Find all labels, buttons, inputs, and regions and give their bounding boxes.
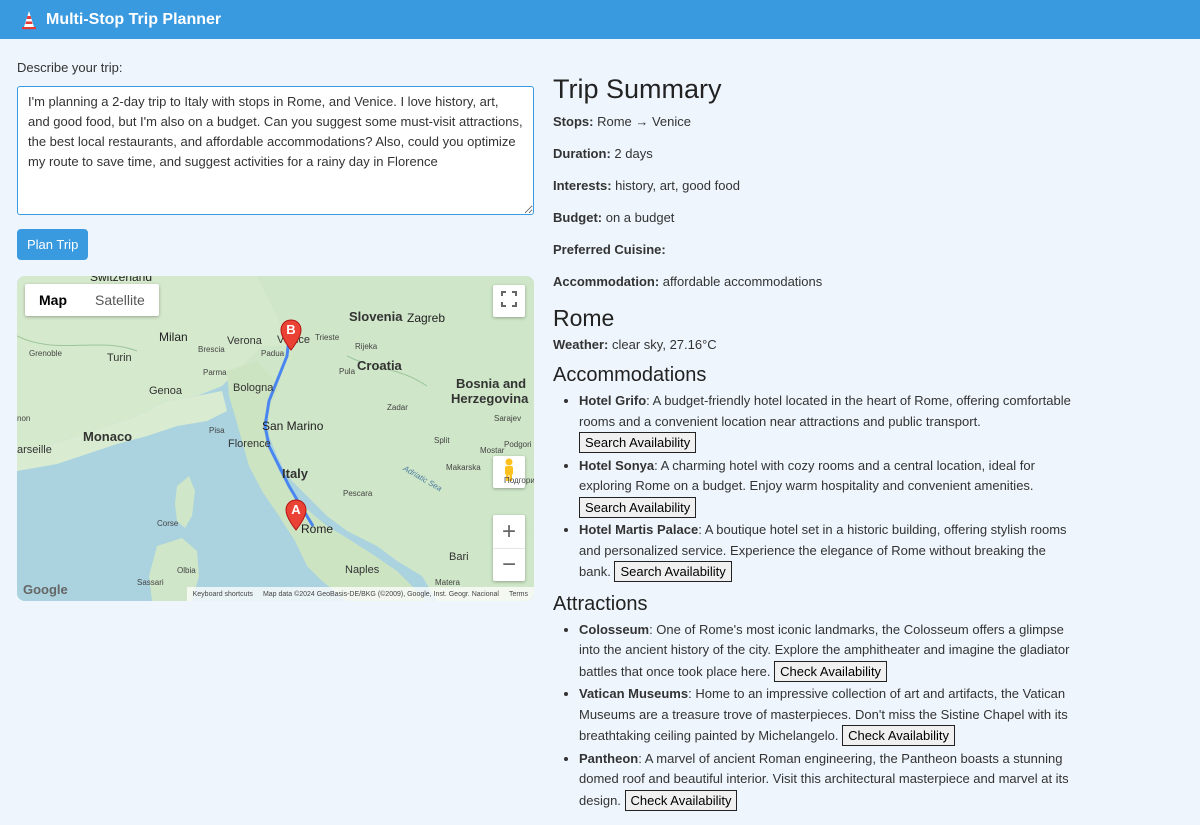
summary-cuisine: Preferred Cuisine: <box>553 242 666 257</box>
map-type-map-button[interactable]: Map <box>25 284 81 316</box>
list-item: Pantheon: A marvel of ancient Roman engi… <box>579 749 1073 812</box>
map-label-pula: Pula <box>339 367 356 376</box>
map-label-bosnia: Bosnia and <box>456 376 527 391</box>
map-label-parma: Parma <box>203 368 227 377</box>
map-type-control: Map Satellite <box>25 284 159 316</box>
traffic-cone-icon <box>20 9 38 31</box>
hotel-name: Hotel Martis Palace <box>579 522 699 537</box>
map-label-san-marino: San Marino <box>262 419 324 433</box>
check-availability-button[interactable]: Check Availability <box>624 789 738 811</box>
attractions-title: Attractions <box>553 592 648 615</box>
hotel-name: Hotel Grifo <box>579 393 647 408</box>
map-label-slovenia: Slovenia <box>349 309 403 324</box>
map-label-sarajevo: Sarajev <box>494 414 522 423</box>
marker-b-label: B <box>286 322 296 337</box>
map-label-makarska: Makarska <box>446 463 481 472</box>
minus-icon: − <box>501 550 516 578</box>
map-type-satellite-button[interactable]: Satellite <box>81 284 159 316</box>
map-label-pisa: Pisa <box>209 426 225 435</box>
marker-a-label: A <box>291 502 301 517</box>
map-label-grenoble: Grenoble <box>29 349 62 358</box>
map-data-attribution: Map data ©2024 GeoBasis-DE/BKG (©2009), … <box>262 590 499 598</box>
trip-summary-panel: Trip Summary Stops: Rome → Venice Durati… <box>553 74 1073 813</box>
trip-description-input[interactable]: I'm planning a 2-day trip to Italy with … <box>17 86 534 215</box>
map-label-genoa: Genoa <box>149 385 183 397</box>
map-label-bologna: Bologna <box>233 382 274 394</box>
map-label-podgori: Podgori <box>504 440 532 449</box>
search-availability-button[interactable]: Search Availability <box>579 432 697 453</box>
zoom-control: + − <box>493 515 525 581</box>
map-label-rijeka: Rijeka <box>355 342 378 351</box>
map-label-italy: Italy <box>282 466 309 481</box>
map-label-corse: Corse <box>157 519 179 528</box>
trip-summary-title: Trip Summary <box>553 74 722 104</box>
app-title: Multi-Stop Trip Planner <box>46 10 222 28</box>
google-logo: Google <box>23 582 68 597</box>
map-attribution: Keyboard shortcuts Map data ©2024 GeoBas… <box>186 587 534 601</box>
marker-b[interactable]: B <box>280 319 302 351</box>
map-label-podgori-cyr: Подгори <box>504 476 534 485</box>
map-label-naples: Naples <box>345 564 380 576</box>
app-header: Multi-Stop Trip Planner <box>0 0 1200 39</box>
search-availability-button[interactable]: Search Availability <box>579 496 697 518</box>
attraction-name: Pantheon <box>579 750 639 766</box>
zoom-out-button[interactable]: − <box>493 549 525 581</box>
list-item: Vatican Museums: Home to an impressive c… <box>579 684 1073 747</box>
zoom-in-button[interactable]: + <box>493 516 525 549</box>
map-label-florence: Florence <box>228 438 271 450</box>
city-weather: Weather: clear sky, 27.16°C <box>553 337 717 352</box>
map-label-marseille: arseille <box>17 444 52 456</box>
trip-form: Describe your trip: I'm planning a 2-day… <box>17 60 535 260</box>
map-label-toulon: non <box>17 414 31 423</box>
check-availability-button[interactable]: Check Availability <box>774 660 888 682</box>
map-label-matera: Matera <box>435 578 460 587</box>
summary-budget: Budget: on a budget <box>553 210 675 225</box>
map-label-verona: Verona <box>227 335 262 347</box>
map-label-pescara: Pescara <box>343 489 373 498</box>
check-availability-button[interactable]: Check Availability <box>842 725 955 746</box>
map-label-croatia: Croatia <box>357 358 402 373</box>
map-label-sassari: Sassari <box>137 578 164 587</box>
city-title: Rome <box>553 305 615 331</box>
map-label-mostar: Mostar <box>480 446 505 455</box>
attraction-name: Colosseum <box>579 621 650 637</box>
accommodations-title: Accommodations <box>553 364 707 386</box>
map-label-monaco: Monaco <box>83 429 133 444</box>
map-label-olbia: Olbia <box>177 566 196 575</box>
keyboard-shortcuts-link[interactable]: Keyboard shortcuts <box>193 591 253 598</box>
plan-trip-button[interactable]: Plan Trip <box>17 229 89 260</box>
list-item: Hotel Grifo: A budget-friendly hotel loc… <box>579 391 1073 454</box>
list-item: Colosseum: One of Rome's most iconic lan… <box>579 620 1073 683</box>
summary-duration: Duration: 2 days <box>553 146 653 161</box>
summary-interests: Interests: history, art, good food <box>553 178 740 193</box>
plus-icon: + <box>501 517 516 545</box>
trip-description-label: Describe your trip: <box>17 60 123 75</box>
summary-accommodation: Accommodation: affordable accommodations <box>553 274 823 289</box>
terms-link[interactable]: Terms <box>509 591 528 598</box>
search-availability-button[interactable]: Search Availability <box>614 561 732 582</box>
fullscreen-icon <box>501 290 517 312</box>
fullscreen-button[interactable] <box>493 285 525 317</box>
attraction-name: Vatican Museums <box>579 686 689 701</box>
map-label-herzegovina: Herzegovina <box>451 391 529 406</box>
map-label-brescia: Brescia <box>198 345 225 354</box>
list-item: Hotel Martis Palace: A boutique hotel se… <box>579 520 1073 583</box>
marker-a[interactable]: A <box>285 499 307 531</box>
list-item: Hotel Sonya: A charming hotel with cozy … <box>579 456 1073 519</box>
map-label-trieste: Trieste <box>315 333 340 342</box>
attractions-list: Colosseum: One of Rome's most iconic lan… <box>553 620 1073 812</box>
map-label-switzerland: Switzerland <box>90 276 153 284</box>
accommodations-list: Hotel Grifo: A budget-friendly hotel loc… <box>553 391 1073 583</box>
hotel-name: Hotel Sonya <box>579 457 655 473</box>
map-label-bari: Bari <box>449 551 469 563</box>
map-label-zagreb: Zagreb <box>407 311 446 325</box>
route-map[interactable]: Map Satellite + − Switzerland Slovenia Z… <box>17 276 534 601</box>
map-label-split: Split <box>434 436 450 445</box>
map-label-turin: Turin <box>107 352 132 364</box>
map-label-zadar: Zadar <box>387 403 408 412</box>
summary-stops: Stops: Rome → Venice <box>553 114 692 129</box>
map-label-milan: Milan <box>159 330 188 344</box>
